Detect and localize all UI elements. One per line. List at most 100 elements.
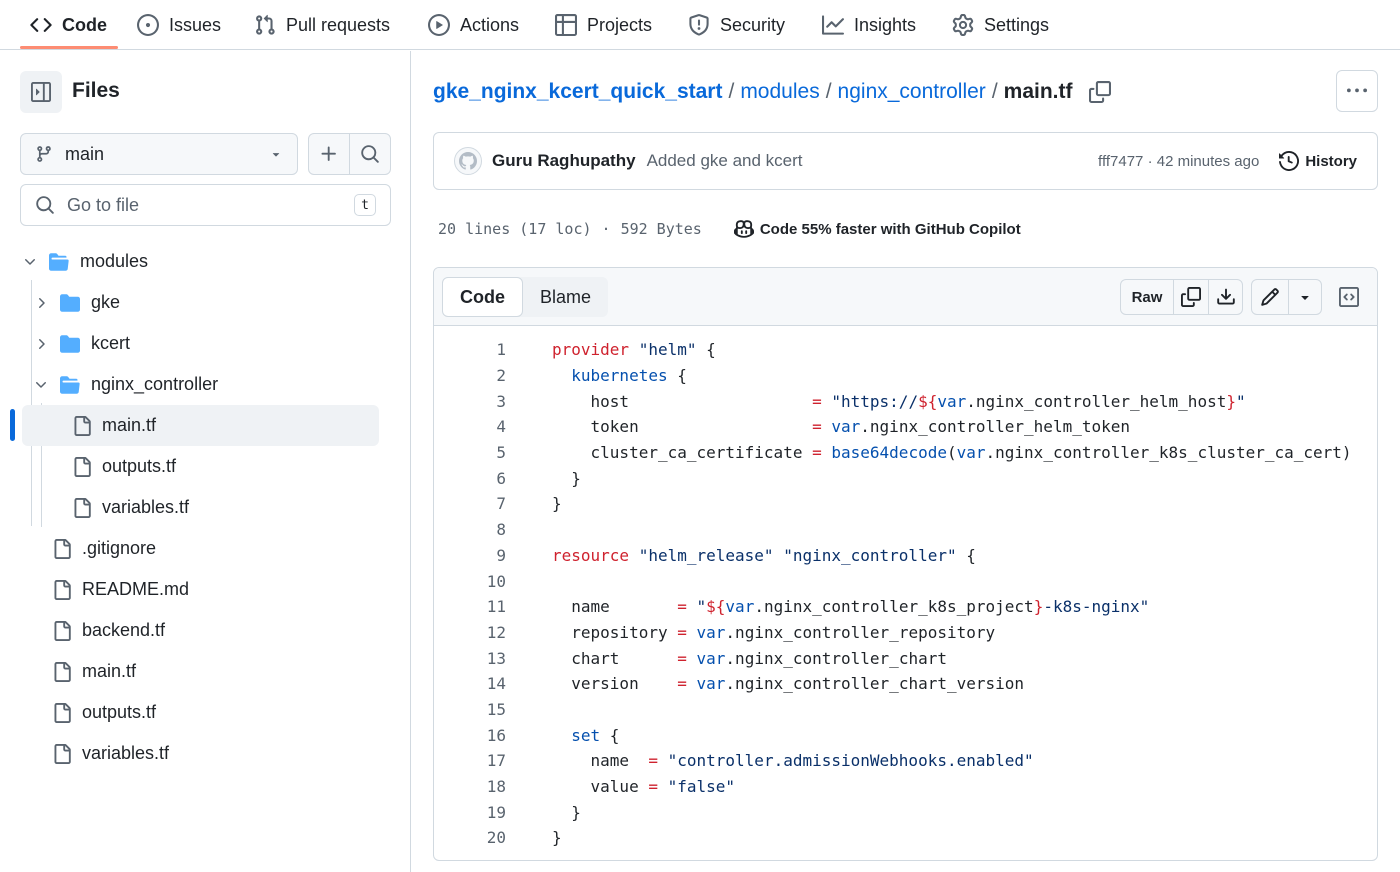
sidebar-collapse-icon: [31, 82, 51, 102]
line-number[interactable]: 13: [434, 649, 506, 668]
view-mode-toggle: Code Blame: [442, 277, 609, 317]
file-icon: [52, 661, 72, 683]
line-number[interactable]: 12: [434, 623, 506, 642]
breadcrumb-nginx-controller-link[interactable]: nginx_controller: [838, 80, 986, 104]
line-number[interactable]: 4: [434, 417, 506, 436]
raw-button[interactable]: Raw: [1121, 280, 1173, 314]
tree-file-outputs-tf[interactable]: outputs.tf: [72, 446, 176, 487]
symbols-panel-button[interactable]: [1334, 281, 1364, 313]
code-view-button[interactable]: Code: [442, 277, 523, 317]
search-icon: [360, 144, 380, 164]
branch-selector[interactable]: main: [20, 133, 298, 175]
file-icon: [72, 456, 92, 478]
line-number[interactable]: 7: [434, 494, 506, 513]
line-number[interactable]: 10: [434, 572, 506, 591]
tree-file-main-tf-selected[interactable]: main.tf: [72, 405, 156, 446]
search-icon: [35, 195, 55, 215]
tree-file-variables-tf-root[interactable]: variables.tf: [52, 733, 169, 774]
line-number[interactable]: 15: [434, 700, 506, 719]
graph-icon: [822, 14, 844, 36]
breadcrumb-current-file: main.tf: [1003, 80, 1073, 103]
copy-path-button[interactable]: [1088, 81, 1111, 103]
edit-file-button[interactable]: [1252, 280, 1288, 314]
search-code-button[interactable]: [349, 134, 390, 174]
issue-opened-icon: [137, 14, 159, 36]
copilot-promo-link[interactable]: Code 55% faster with GitHub Copilot: [733, 219, 1021, 239]
tree-folder-kcert[interactable]: kcert: [31, 323, 130, 364]
file-icon: [72, 497, 92, 519]
line-count: 20 lines (17 loc): [438, 220, 592, 238]
tree-item-label: variables.tf: [82, 743, 170, 763]
tree-folder-nginx-controller[interactable]: nginx_controller: [31, 364, 218, 405]
line-number[interactable]: 3: [434, 392, 506, 411]
file-icon: [72, 415, 92, 437]
git-pull-request-icon: [254, 14, 276, 36]
go-to-file-input[interactable]: Go to file t: [20, 184, 391, 226]
tree-file-gitignore[interactable]: .gitignore: [52, 528, 156, 569]
copy-icon: [1088, 81, 1111, 103]
line-number[interactable]: 11: [434, 597, 506, 616]
commit-author[interactable]: Guru Raghupathy: [492, 151, 636, 171]
code-line: 3 host = "https://${var.nginx_controller…: [434, 388, 1377, 414]
git-branch-icon: [35, 145, 53, 163]
line-number[interactable]: 20: [434, 828, 506, 847]
plus-icon: [319, 144, 339, 164]
tree-file-outputs-tf-root[interactable]: outputs.tf: [52, 692, 156, 733]
commit-sha[interactable]: fff7477: [1098, 153, 1143, 170]
tree-file-variables-tf[interactable]: variables.tf: [72, 487, 189, 528]
code-line: 11 name = "${var.nginx_controller_k8s_pr…: [434, 594, 1377, 620]
latest-commit-box: Guru Raghupathy Added gke and kcert fff7…: [433, 132, 1378, 190]
tab-insights-label: Insights: [854, 14, 917, 35]
line-number[interactable]: 18: [434, 777, 506, 796]
tree-item-label: .gitignore: [82, 538, 157, 558]
collapse-sidebar-button[interactable]: [20, 71, 62, 113]
tree-item-label: variables.tf: [102, 497, 190, 517]
history-button[interactable]: History: [1279, 151, 1357, 171]
tree-folder-gke[interactable]: gke: [31, 282, 120, 323]
more-options-button[interactable]: [1336, 70, 1378, 112]
tab-projects[interactable]: Projects: [555, 0, 652, 50]
code-line: 9 resource "helm_release" "nginx_controll…: [434, 543, 1377, 569]
line-number[interactable]: 14: [434, 674, 506, 693]
tab-issues[interactable]: Issues: [137, 0, 221, 50]
avatar[interactable]: [454, 147, 482, 175]
line-number[interactable]: 19: [434, 803, 506, 822]
sidebar-title: Files: [72, 79, 120, 102]
tab-actions[interactable]: Actions: [428, 0, 519, 50]
chevron-down-icon: [20, 254, 40, 270]
code-line: 5 cluster_ca_certificate = base64decode(…: [434, 440, 1377, 466]
line-number[interactable]: 16: [434, 726, 506, 745]
folder-icon: [59, 334, 81, 354]
line-number[interactable]: 1: [434, 340, 506, 359]
line-number[interactable]: 6: [434, 469, 506, 488]
code-line: 8: [434, 517, 1377, 543]
code-square-icon: [1339, 287, 1359, 307]
line-number[interactable]: 9: [434, 546, 506, 565]
line-number[interactable]: 8: [434, 520, 506, 539]
add-file-button[interactable]: [309, 134, 349, 174]
commit-message[interactable]: Added gke and kcert: [647, 151, 1098, 171]
line-number[interactable]: 2: [434, 366, 506, 385]
tree-file-readme[interactable]: README.md: [52, 569, 189, 610]
copy-raw-button[interactable]: [1173, 280, 1208, 314]
download-button[interactable]: [1208, 280, 1242, 314]
tree-file-main-tf[interactable]: main.tf: [52, 651, 136, 692]
tree-file-backend-tf[interactable]: backend.tf: [52, 610, 165, 651]
tab-settings[interactable]: Settings: [952, 0, 1049, 50]
breadcrumb-separator: /: [728, 80, 735, 103]
tab-pull-requests[interactable]: Pull requests: [254, 0, 390, 50]
line-number[interactable]: 17: [434, 751, 506, 770]
tab-projects-label: Projects: [587, 14, 653, 35]
breadcrumb-modules-link[interactable]: modules: [740, 80, 819, 104]
blame-view-button[interactable]: Blame: [523, 277, 608, 317]
file-icon: [52, 538, 72, 560]
tab-insights[interactable]: Insights: [822, 0, 916, 50]
line-number[interactable]: 5: [434, 443, 506, 462]
breadcrumb-separator: /: [991, 80, 998, 103]
breadcrumb-repo-link[interactable]: gke_nginx_kcert_quick_start: [433, 80, 722, 104]
tab-code[interactable]: Code: [30, 0, 107, 50]
tab-security[interactable]: Security: [688, 0, 785, 50]
tab-code-label: Code: [62, 14, 107, 35]
edit-options-dropdown[interactable]: [1288, 280, 1321, 314]
tree-folder-modules[interactable]: modules: [20, 241, 148, 282]
